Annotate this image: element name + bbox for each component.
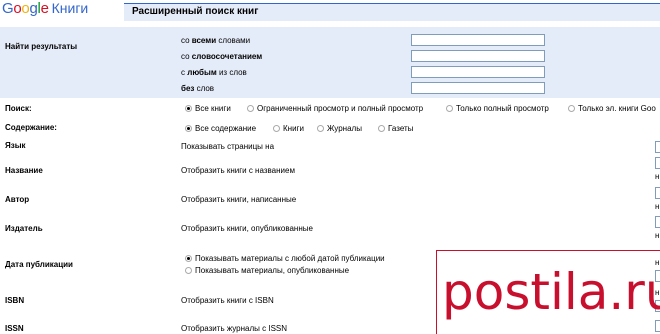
watermark-frame-left bbox=[436, 250, 437, 334]
issn-label: ISSN bbox=[5, 324, 24, 333]
content-label: Содержание: bbox=[5, 123, 57, 132]
search-option-full-only[interactable]: Только полный просмотр bbox=[446, 104, 549, 113]
radio-icon bbox=[273, 125, 280, 132]
publisher-input[interactable] bbox=[655, 216, 660, 228]
title-label: Название bbox=[5, 166, 43, 175]
author-label: Автор bbox=[5, 195, 30, 204]
any-words-input[interactable] bbox=[411, 66, 545, 78]
search-option-limited-full[interactable]: Ограниченный просмотр и полный просмотр bbox=[247, 104, 423, 113]
author-desc: Отобразить книги, написанные bbox=[181, 195, 297, 204]
title-hint: н bbox=[655, 172, 660, 181]
radio-selected-icon bbox=[185, 125, 192, 132]
without-words-input[interactable] bbox=[411, 82, 545, 94]
all-words-label: со всеми словами bbox=[181, 36, 251, 45]
pubdate-option-range[interactable]: Показывать материалы, опубликованные bbox=[185, 266, 349, 275]
watermark-frame bbox=[436, 250, 660, 251]
books-wordmark: Книги bbox=[51, 0, 89, 16]
language-desc: Показывать страницы на bbox=[181, 142, 275, 151]
phrase-label: со словосочетанием bbox=[181, 52, 263, 61]
radio-icon bbox=[446, 105, 453, 112]
radio-icon bbox=[247, 105, 254, 112]
publisher-desc: Отобразить книги, опубликованные bbox=[181, 224, 313, 233]
title-input[interactable] bbox=[655, 157, 660, 169]
radio-icon bbox=[317, 125, 324, 132]
author-hint: н bbox=[655, 202, 660, 211]
watermark-text: postila.ru bbox=[442, 263, 660, 321]
search-option-ebooks[interactable]: Только эл. книги Goo bbox=[568, 104, 656, 113]
google-wordmark: Google bbox=[2, 0, 49, 17]
search-label: Поиск: bbox=[5, 104, 32, 113]
search-option-all-books[interactable]: Все книги bbox=[185, 104, 231, 113]
isbn-label: ISBN bbox=[5, 296, 25, 305]
any-words-label: с любым из слов bbox=[181, 68, 247, 77]
isbn-desc: Отобразить книги с ISBN bbox=[181, 296, 274, 305]
google-letter: g bbox=[29, 0, 38, 17]
radio-selected-icon bbox=[185, 105, 192, 112]
google-letter: G bbox=[2, 0, 14, 17]
content-option-all[interactable]: Все содержание bbox=[185, 124, 256, 133]
radio-selected-icon bbox=[185, 255, 192, 262]
find-results-section bbox=[0, 27, 660, 98]
language-label: Язык bbox=[5, 141, 26, 150]
phrase-input[interactable] bbox=[411, 50, 545, 62]
publisher-hint: н bbox=[655, 231, 660, 240]
author-input[interactable] bbox=[655, 187, 660, 199]
radio-icon bbox=[568, 105, 575, 112]
google-books-logo[interactable]: Google Книги bbox=[2, 0, 122, 17]
content-option-newspapers[interactable]: Газеты bbox=[378, 124, 413, 133]
radio-icon bbox=[185, 267, 192, 274]
find-results-label: Найти результаты bbox=[5, 42, 78, 51]
all-words-input[interactable] bbox=[411, 34, 545, 46]
title-desc: Отобразить книги с названием bbox=[181, 166, 295, 175]
page-title-bar: Расширенный поиск книг bbox=[124, 3, 660, 21]
issn-desc: Отобразить журналы с ISSN bbox=[181, 324, 288, 333]
radio-icon bbox=[378, 125, 385, 132]
pubdate-label: Дата публикации bbox=[5, 260, 73, 269]
pubdate-option-any[interactable]: Показывать материалы с любой датой публи… bbox=[185, 254, 385, 263]
content-option-books[interactable]: Книги bbox=[273, 124, 304, 133]
without-words-label: без слов bbox=[181, 84, 215, 93]
language-select[interactable] bbox=[655, 141, 660, 153]
publisher-label: Издатель bbox=[5, 224, 43, 233]
page-title: Расширенный поиск книг bbox=[132, 6, 259, 17]
google-letter: e bbox=[40, 0, 49, 17]
content-option-journals[interactable]: Журналы bbox=[317, 124, 362, 133]
